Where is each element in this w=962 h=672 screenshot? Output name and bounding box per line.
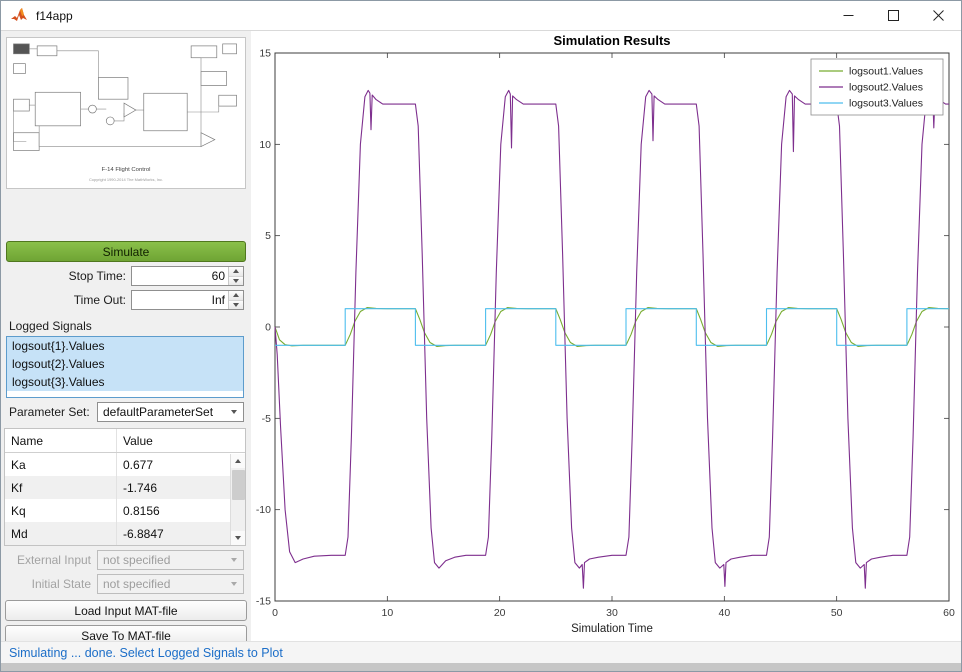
simulate-button[interactable]: Simulate (6, 241, 246, 262)
window-resize-strip (1, 663, 961, 671)
model-caption: F-14 Flight Control (102, 167, 151, 173)
scrollbar-thumb[interactable] (231, 470, 245, 500)
parameter-set-value: defaultParameterSet (103, 405, 214, 419)
table-row: Ka 0.677 (5, 453, 245, 476)
param-value[interactable]: 0.8156 (117, 504, 245, 518)
stop-time-label: Stop Time: (68, 269, 126, 283)
window-title: f14app (36, 8, 73, 23)
svg-text:-15: -15 (256, 596, 271, 608)
svg-text:60: 60 (943, 607, 955, 619)
time-out-label: Time Out: (73, 293, 126, 307)
svg-text:5: 5 (265, 230, 271, 242)
time-out-field (131, 290, 244, 310)
svg-text:-10: -10 (256, 504, 271, 516)
close-button[interactable] (916, 1, 961, 30)
chevron-down-icon (231, 558, 237, 562)
stop-time-spinner (228, 267, 243, 285)
svg-text:50: 50 (831, 607, 843, 619)
svg-text:-5: -5 (262, 413, 271, 425)
parameter-table: Name Value Ka 0.677 Kf -1.746 Kq 0.8156 … (4, 428, 246, 546)
save-mat-button[interactable]: Save To MAT-file (5, 625, 247, 641)
minimize-button[interactable] (826, 1, 871, 30)
svg-text:0: 0 (265, 322, 271, 334)
svg-text:30: 30 (606, 607, 618, 619)
logged-signals-listbox[interactable]: logsout{1}.Values logsout{2}.Values logs… (6, 336, 244, 398)
maximize-icon (888, 10, 899, 21)
table-row: Md -6.8847 (5, 522, 245, 545)
simulation-chart: 0 10 20 30 40 50 60 -15 -10 -5 0 5 10 15 Simulation Re… (256, 33, 955, 635)
param-name: Kq (5, 499, 117, 522)
chevron-down-icon (231, 410, 237, 414)
table-header-name: Name (5, 429, 117, 452)
list-item[interactable]: logsout{1}.Values (7, 337, 243, 355)
param-value[interactable]: -1.746 (117, 481, 245, 495)
svg-text:0: 0 (272, 607, 278, 619)
chart-panel: 0 10 20 30 40 50 60 -15 -10 -5 0 5 10 15 Simulation Re… (251, 31, 961, 641)
app-window: f14app F-14 Flight Control Copyright 199… (0, 0, 962, 672)
matlab-logo-icon (11, 7, 27, 21)
spinner-up-icon[interactable] (229, 267, 243, 276)
logged-signals-label: Logged Signals (9, 319, 92, 333)
scrollbar-down-icon[interactable] (231, 531, 245, 545)
table-row: Kf -1.746 (5, 476, 245, 499)
parameter-set-dropdown[interactable]: defaultParameterSet (97, 402, 244, 422)
table-scrollbar[interactable] (230, 454, 245, 545)
table-header-row: Name Value (5, 429, 245, 453)
list-item[interactable]: logsout{2}.Values (7, 355, 243, 373)
external-input-label: External Input (16, 553, 91, 567)
param-name: Ka (5, 453, 117, 476)
svg-text:15: 15 (259, 48, 271, 60)
spinner-down-icon[interactable] (229, 299, 243, 309)
load-input-button[interactable]: Load Input MAT-file (5, 600, 247, 621)
model-diagram-thumbnail: F-14 Flight Control Copyright 1990-2014 … (6, 37, 246, 189)
param-value[interactable]: 0.677 (117, 458, 245, 472)
initial-state-value: not specified (103, 577, 171, 591)
svg-text:10: 10 (259, 139, 271, 151)
parameter-set-label: Parameter Set: (9, 405, 90, 419)
model-copyright: Copyright 1990-2014 The MathWorks, Inc. (89, 177, 163, 182)
table-row: Kq 0.8156 (5, 499, 245, 522)
table-header-value: Value (123, 433, 153, 448)
stop-time-field (131, 266, 244, 286)
svg-text:Simulation Time: Simulation Time (571, 623, 653, 635)
svg-text:logsout3.Values: logsout3.Values (849, 98, 923, 110)
scrollbar-up-icon[interactable] (231, 454, 245, 468)
external-input-value: not specified (103, 553, 171, 567)
initial-state-dropdown: not specified (97, 574, 244, 594)
param-name: Kf (5, 476, 117, 499)
control-panel: F-14 Flight Control Copyright 1990-2014 … (1, 31, 251, 641)
spinner-down-icon[interactable] (229, 275, 243, 285)
spinner-up-icon[interactable] (229, 291, 243, 300)
svg-text:40: 40 (718, 607, 730, 619)
chevron-down-icon (231, 582, 237, 586)
minimize-icon (843, 15, 854, 16)
status-text: Simulating ... done. Select Logged Signa… (9, 645, 283, 660)
list-item[interactable]: logsout{3}.Values (7, 373, 243, 391)
status-bar: Simulating ... done. Select Logged Signa… (1, 641, 961, 663)
time-out-input[interactable] (132, 291, 228, 309)
external-input-dropdown: not specified (97, 550, 244, 570)
close-icon (933, 10, 944, 21)
initial-state-label: Initial State (31, 577, 91, 591)
time-out-spinner (228, 291, 243, 309)
title-bar[interactable]: f14app (1, 1, 961, 31)
param-name: Md (5, 522, 117, 545)
maximize-button[interactable] (871, 1, 916, 30)
svg-text:Simulation Results: Simulation Results (553, 33, 670, 48)
svg-text:20: 20 (494, 607, 506, 619)
svg-text:logsout2.Values: logsout2.Values (849, 82, 923, 94)
stop-time-input[interactable] (132, 267, 228, 285)
param-value[interactable]: -6.8847 (117, 527, 245, 541)
svg-text:logsout1.Values: logsout1.Values (849, 66, 923, 78)
svg-text:10: 10 (381, 607, 393, 619)
